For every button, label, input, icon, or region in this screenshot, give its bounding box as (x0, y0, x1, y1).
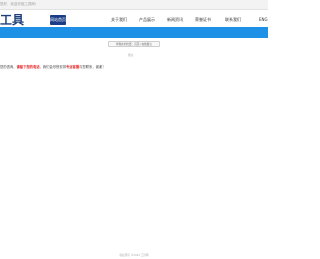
footer-copyright: 版权所有 ©2024 工具网 (119, 254, 149, 257)
nav-item-english[interactable]: ENG (255, 15, 272, 25)
nav-item-products[interactable]: 产品展示 (135, 15, 159, 25)
top-bar: 您好，欢迎光临工具网! (0, 0, 268, 10)
section-label: 留言 (128, 53, 134, 57)
message-highlight-service: 专业客服 (65, 65, 80, 69)
nav-item-home[interactable]: 网站首页 (50, 15, 66, 25)
message-part-1: 您的咨询， (0, 65, 17, 69)
nav-item-news[interactable]: 新闻资讯 (163, 15, 187, 25)
message-highlight-phone: 请留下您的电话 (16, 65, 40, 69)
welcome-text: 您好，欢迎光临工具网! (0, 2, 37, 6)
contact-message: 您的咨询，请留下您的电话，我们会尽快安排专业客服与您联系，谢谢！ (0, 64, 106, 69)
breadcrumb-button[interactable]: 你现在的位置：首页>在线留言 (108, 41, 160, 47)
nav-item-contact[interactable]: 联系我们 (221, 15, 245, 25)
banner-band (0, 27, 268, 38)
site-logo[interactable]: 工具 (0, 13, 24, 27)
main-nav: 网站首页 关于我们 产品展示 新闻资讯 荣誉证书 联系我们 ENG (50, 14, 268, 26)
message-part-3: 与您联系，谢谢！ (79, 65, 106, 69)
message-part-2: ，我们会尽快安排 (39, 65, 66, 69)
nav-item-about[interactable]: 关于我们 (107, 15, 131, 25)
nav-item-honors[interactable]: 荣誉证书 (191, 15, 215, 25)
